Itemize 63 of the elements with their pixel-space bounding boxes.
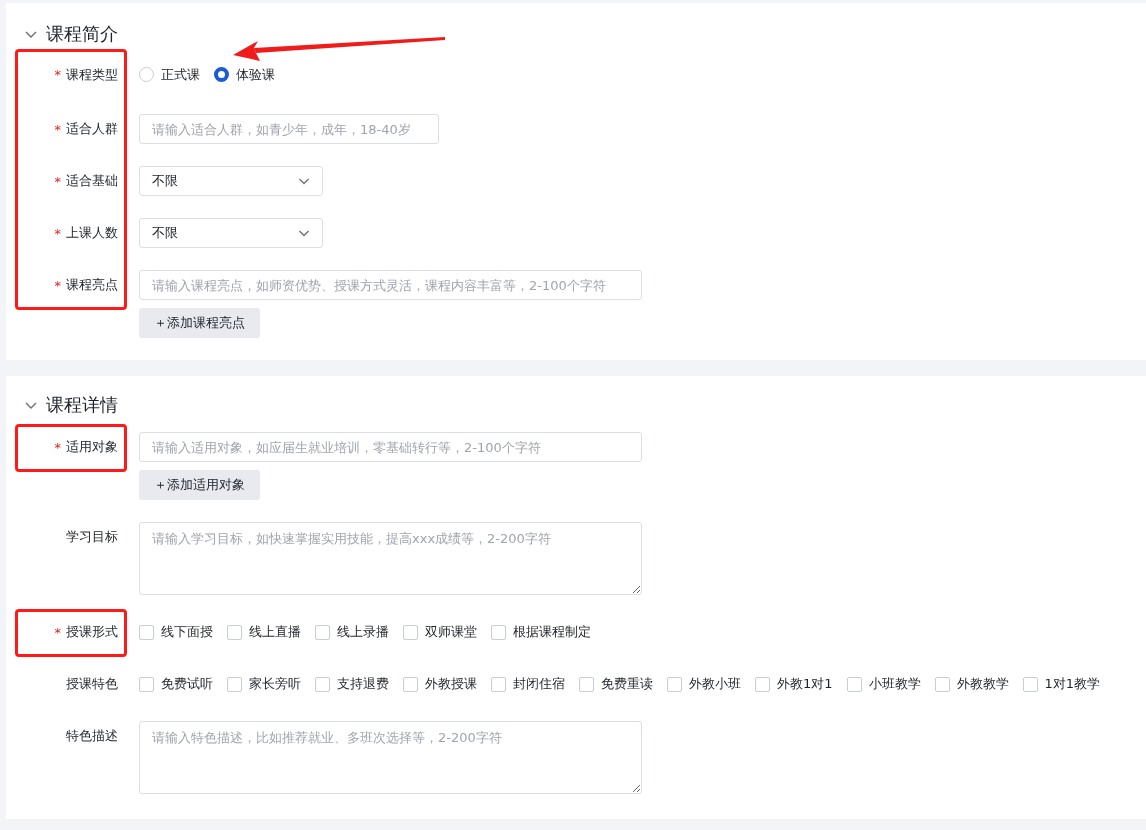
radio-option[interactable]: 体验课	[214, 65, 275, 84]
checkbox[interactable]	[139, 676, 154, 692]
checkbox-option[interactable]: 线下面授	[139, 623, 213, 641]
checkbox-option[interactable]: 封闭住宿	[491, 675, 565, 693]
section-title: 课程简介	[46, 22, 118, 46]
required-mark: *	[54, 173, 61, 189]
checkbox-option[interactable]: 线上直播	[227, 623, 301, 641]
checkbox-option[interactable]: 线上录播	[315, 623, 389, 641]
radio-button[interactable]	[214, 67, 229, 82]
label-text: 学习目标	[66, 528, 118, 546]
dropdown[interactable]: 不限	[139, 218, 323, 248]
checkbox-option[interactable]: 免费试听	[139, 675, 213, 693]
checkbox[interactable]	[227, 624, 242, 640]
checkbox-option[interactable]: 1对1教学	[1022, 675, 1101, 693]
checkbox[interactable]	[315, 676, 330, 692]
checkbox-option[interactable]: 外教1对1	[755, 675, 833, 693]
checkbox[interactable]	[403, 676, 418, 692]
text-area[interactable]: 请输入学习目标，如快速掌握实用技能，提高xxx成绩等，2-200字符	[139, 522, 642, 595]
required-mark: *	[54, 225, 61, 241]
checkbox[interactable]	[755, 676, 770, 692]
required-mark: *	[54, 439, 61, 455]
label-text: 适用对象	[66, 438, 118, 456]
checkbox[interactable]	[1022, 676, 1038, 692]
checkbox[interactable]	[315, 624, 330, 640]
required-mark: *	[54, 277, 61, 293]
label-text: 上课人数	[66, 224, 118, 242]
checkbox-option[interactable]: 外教授课	[403, 675, 477, 693]
label-text: 课程亮点	[66, 276, 118, 294]
add-button[interactable]: ＋添加适用对象	[139, 470, 260, 500]
text-input[interactable]: 请输入适用对象，如应届生就业培训，零基础转行等，2-100个字符	[139, 432, 642, 462]
checkbox[interactable]	[227, 676, 242, 692]
checkbox-option[interactable]: 家长旁听	[227, 675, 301, 693]
checkbox[interactable]	[846, 676, 862, 692]
checkbox-option[interactable]: 小班教学	[846, 675, 921, 693]
checkbox[interactable]	[579, 676, 594, 692]
label-text: 特色描述	[66, 727, 118, 745]
checkbox-option[interactable]: 免费重读	[579, 675, 653, 693]
text-area[interactable]: 请输入特色描述，比如推荐就业、多班次选择等，2-200字符	[139, 721, 642, 794]
label-text: 适合人群	[66, 120, 118, 138]
text-input[interactable]: 请输入课程亮点，如师资优势、授课方式灵活，课程内容丰富等，2-100个字符	[139, 270, 642, 300]
checkbox-option[interactable]: 支持退费	[315, 675, 389, 693]
radio-option[interactable]: 正式课	[139, 65, 200, 84]
required-mark: *	[54, 121, 61, 137]
checkbox[interactable]	[491, 624, 506, 640]
checkbox-option[interactable]: 外教小班	[667, 675, 741, 693]
dropdown[interactable]: 不限	[139, 166, 323, 196]
text-input[interactable]: 请输入适合人群，如青少年，成年，18-40岁	[139, 114, 439, 144]
checkbox-option[interactable]: 双师课堂	[403, 623, 477, 641]
label-text: 课程类型	[66, 65, 118, 84]
label-text: 授课形式	[66, 623, 118, 641]
checkbox[interactable]	[139, 624, 154, 640]
checkbox[interactable]	[934, 676, 950, 692]
label-text: 适合基础	[66, 172, 118, 190]
required-mark: *	[54, 67, 61, 82]
checkbox[interactable]	[491, 676, 506, 692]
label-text: 授课特色	[66, 675, 118, 693]
checkbox[interactable]	[403, 624, 418, 640]
checkbox-option[interactable]: 外教教学	[934, 675, 1009, 693]
section-title: 课程详情	[46, 393, 118, 417]
checkbox-option[interactable]: 根据课程制定	[491, 623, 591, 641]
checkbox[interactable]	[667, 676, 682, 692]
required-mark: *	[54, 624, 61, 640]
add-button[interactable]: ＋添加课程亮点	[139, 308, 260, 338]
